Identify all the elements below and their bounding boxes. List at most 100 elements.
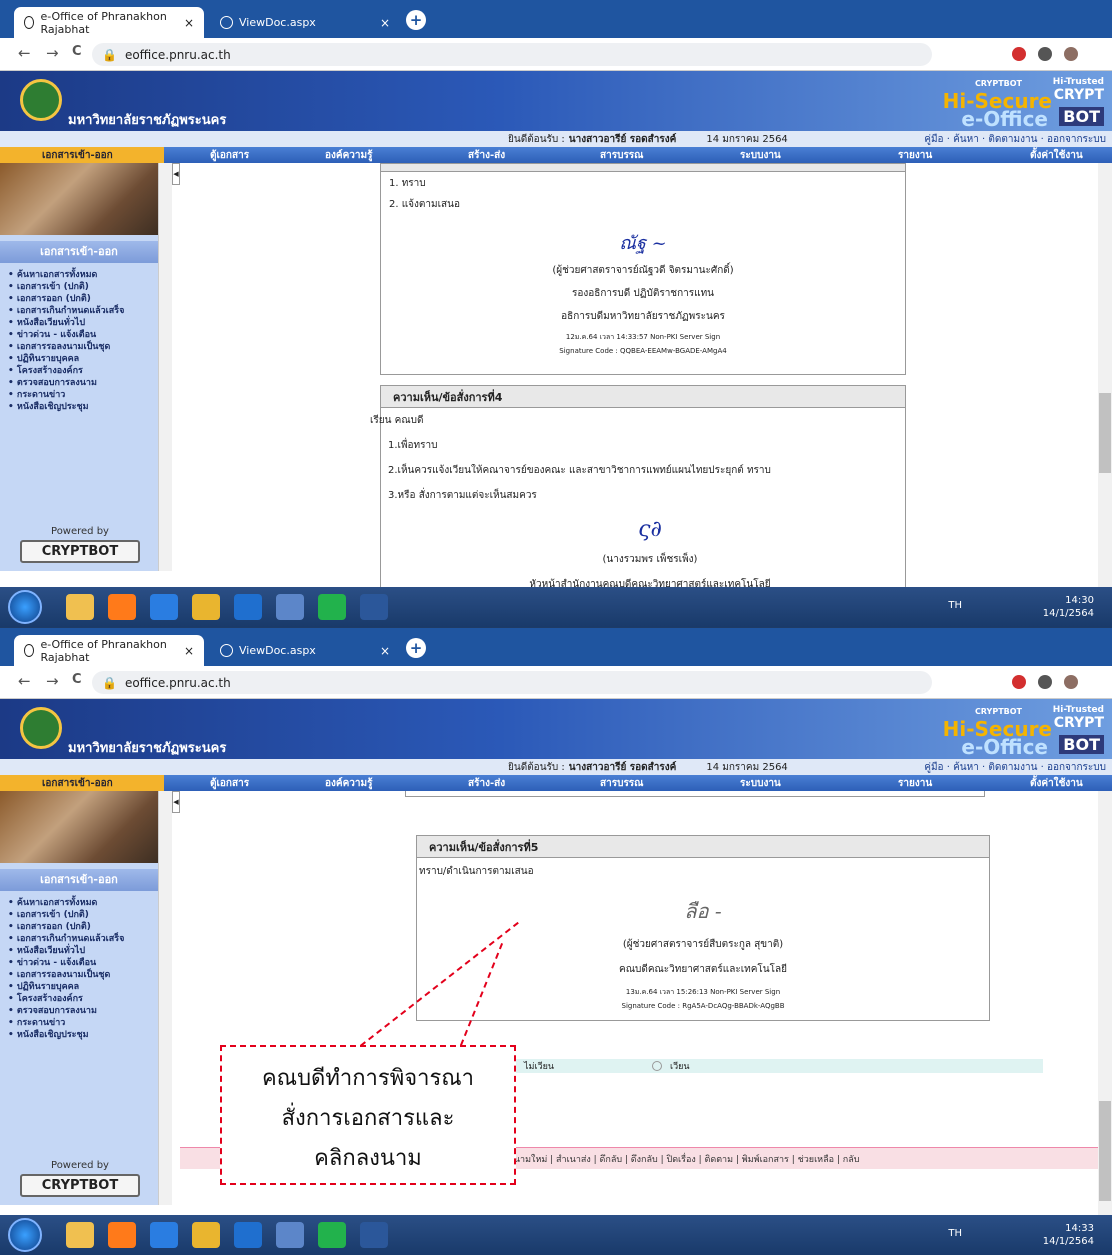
- clock[interactable]: 14:30 14/1/2564: [1043, 594, 1094, 620]
- sidebar-item[interactable]: ค้นหาเอกสารทั้งหมด: [8, 269, 158, 281]
- app-icon[interactable]: [276, 1222, 304, 1248]
- sidebar-item[interactable]: หนังสือเชิญประชุม: [8, 401, 158, 413]
- reload-button[interactable]: C: [72, 44, 82, 59]
- taskbar: TH 14:33 14/1/2564: [0, 1215, 1112, 1255]
- radio-circulate[interactable]: [652, 1061, 663, 1071]
- sidebar-item[interactable]: เอกสารรอลงนามเป็นชุด: [8, 969, 158, 981]
- menu-knowledge[interactable]: องค์ความรู้: [325, 148, 372, 163]
- browser-tabbar: e-Office of Phranakhon Rajabhat × ViewDo…: [0, 0, 1112, 38]
- adblock-icon[interactable]: [1012, 47, 1026, 61]
- chrome-icon[interactable]: [192, 594, 220, 620]
- start-button[interactable]: [8, 1218, 42, 1252]
- sidebar-item[interactable]: หนังสือเชิญประชุม: [8, 1029, 158, 1041]
- line-icon[interactable]: [318, 1222, 346, 1248]
- menu-inout[interactable]: เอกสารเข้า-ออก: [0, 775, 164, 791]
- top-links[interactable]: คู่มือ · ค้นหา · ติดตามงาน · ออกจากระบบ: [924, 760, 1106, 775]
- close-tab-icon[interactable]: ×: [380, 16, 390, 30]
- explorer-icon[interactable]: [66, 1222, 94, 1248]
- word-icon[interactable]: [360, 594, 388, 620]
- sidebar-item[interactable]: ปฏิทินรายบุคคล: [8, 981, 158, 993]
- sidebar-item[interactable]: เอกสารเข้า (ปกติ): [8, 281, 158, 293]
- menu-report[interactable]: รายงาน: [898, 776, 932, 791]
- line-icon[interactable]: [318, 594, 346, 620]
- close-tab-icon[interactable]: ×: [184, 644, 194, 658]
- content-scrollbar[interactable]: [1098, 163, 1112, 587]
- forward-button[interactable]: →: [46, 672, 59, 690]
- word-icon[interactable]: [360, 1222, 388, 1248]
- sidebar-item[interactable]: โครงสร้างองค์กร: [8, 365, 158, 377]
- sidebar: เอกสารเข้า-ออก ค้นหาเอกสารทั้งหมด เอกสาร…: [0, 163, 158, 571]
- sidebar-item[interactable]: ตรวจสอบการลงนาม: [8, 1005, 158, 1017]
- sidebar-item[interactable]: ตรวจสอบการลงนาม: [8, 377, 158, 389]
- extensions-icon[interactable]: [1038, 47, 1052, 61]
- media-icon[interactable]: [234, 1222, 262, 1248]
- sidebar-scrollbar[interactable]: [158, 791, 172, 1205]
- ie-icon[interactable]: [150, 1222, 178, 1248]
- globe-icon: [24, 16, 35, 29]
- collapse-sidebar-button[interactable]: ◀: [172, 163, 180, 185]
- sidebar-item[interactable]: โครงสร้างองค์กร: [8, 993, 158, 1005]
- back-button[interactable]: ←: [18, 672, 31, 690]
- firefox-icon[interactable]: [108, 1222, 136, 1248]
- sidebar-item[interactable]: เอกสารเข้า (ปกติ): [8, 909, 158, 921]
- firefox-icon[interactable]: [108, 594, 136, 620]
- profile-icon[interactable]: [1064, 675, 1078, 689]
- clock[interactable]: 14:33 14/1/2564: [1043, 1222, 1094, 1248]
- tab-viewdoc[interactable]: ViewDoc.aspx ×: [210, 7, 400, 38]
- menu-create[interactable]: สร้าง-ส่ง: [468, 776, 505, 791]
- sidebar-scrollbar[interactable]: [158, 163, 172, 571]
- menu-settings[interactable]: ตั้งค่าใช้งาน: [1030, 148, 1083, 163]
- adblock-icon[interactable]: [1012, 675, 1026, 689]
- sidebar-item[interactable]: เอกสารออก (ปกติ): [8, 921, 158, 933]
- close-tab-icon[interactable]: ×: [380, 644, 390, 658]
- reload-button[interactable]: C: [72, 672, 82, 687]
- sidebar-item[interactable]: ปฏิทินรายบุคคล: [8, 353, 158, 365]
- sidebar-item[interactable]: เอกสารรอลงนามเป็นชุด: [8, 341, 158, 353]
- app-icon[interactable]: [276, 594, 304, 620]
- sidebar-item[interactable]: กระดานข่าว: [8, 1017, 158, 1029]
- tab-viewdoc[interactable]: ViewDoc.aspx ×: [210, 635, 400, 666]
- profile-icon[interactable]: [1064, 47, 1078, 61]
- menu-saraban[interactable]: สารบรรณ: [600, 148, 643, 163]
- content-scrollbar[interactable]: [1098, 791, 1112, 1215]
- sidebar-item[interactable]: เอกสารเกินกำหนดแล้วเสร็จ: [8, 305, 158, 317]
- menu-knowledge[interactable]: องค์ความรู้: [325, 776, 372, 791]
- chrome-icon[interactable]: [192, 1222, 220, 1248]
- sidebar-item[interactable]: หนังสือเวียนทั่วไป: [8, 945, 158, 957]
- sidebar-item[interactable]: เอกสารออก (ปกติ): [8, 293, 158, 305]
- sidebar-item[interactable]: ข่าวด่วน - แจ้งเตือน: [8, 957, 158, 969]
- url-input[interactable]: 🔒 eoffice.pnru.ac.th: [92, 43, 932, 66]
- new-tab-button[interactable]: +: [406, 10, 426, 30]
- extensions-icon[interactable]: [1038, 675, 1052, 689]
- new-tab-button[interactable]: +: [406, 638, 426, 658]
- menu-cabinet[interactable]: ตู้เอกสาร: [210, 148, 249, 163]
- media-icon[interactable]: [234, 594, 262, 620]
- top-links[interactable]: คู่มือ · ค้นหา · ติดตามงาน · ออกจากระบบ: [924, 132, 1106, 147]
- close-tab-icon[interactable]: ×: [184, 16, 194, 30]
- collapse-sidebar-button[interactable]: ◀: [172, 791, 180, 813]
- back-button[interactable]: ←: [18, 44, 31, 62]
- ie-icon[interactable]: [150, 594, 178, 620]
- sidebar-item[interactable]: ค้นหาเอกสารทั้งหมด: [8, 897, 158, 909]
- sidebar-item[interactable]: หนังสือเวียนทั่วไป: [8, 317, 158, 329]
- menu-system[interactable]: ระบบงาน: [740, 776, 781, 791]
- start-button[interactable]: [8, 590, 42, 624]
- url-input[interactable]: 🔒 eoffice.pnru.ac.th: [92, 671, 932, 694]
- menu-settings[interactable]: ตั้งค่าใช้งาน: [1030, 776, 1083, 791]
- sidebar-item[interactable]: เอกสารเกินกำหนดแล้วเสร็จ: [8, 933, 158, 945]
- forward-button[interactable]: →: [46, 44, 59, 62]
- menu-create[interactable]: สร้าง-ส่ง: [468, 148, 505, 163]
- comment-panel-5: ความเห็น/ข้อสั่งการที่5 ทราบ/ดำเนินการตา…: [416, 835, 990, 1021]
- menu-saraban[interactable]: สารบรรณ: [600, 776, 643, 791]
- tab-eoffice[interactable]: e-Office of Phranakhon Rajabhat ×: [14, 635, 204, 666]
- menu-cabinet[interactable]: ตู้เอกสาร: [210, 776, 249, 791]
- explorer-icon[interactable]: [66, 594, 94, 620]
- menu-inout[interactable]: เอกสารเข้า-ออก: [0, 147, 164, 163]
- site-banner: มหาวิทยาลัยราชภัฏพระนคร CRYPTBOT Hi-Secu…: [0, 71, 1112, 131]
- menu-report[interactable]: รายงาน: [898, 148, 932, 163]
- tab-eoffice[interactable]: e-Office of Phranakhon Rajabhat ×: [14, 7, 204, 38]
- taskbar: TH 14:30 14/1/2564: [0, 587, 1112, 627]
- sidebar-item[interactable]: กระดานข่าว: [8, 389, 158, 401]
- sidebar-item[interactable]: ข่าวด่วน - แจ้งเตือน: [8, 329, 158, 341]
- menu-system[interactable]: ระบบงาน: [740, 148, 781, 163]
